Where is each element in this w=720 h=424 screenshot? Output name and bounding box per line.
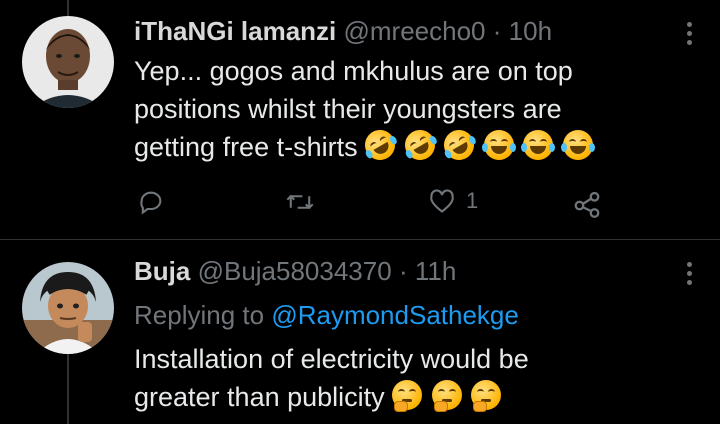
more-options-icon[interactable] bbox=[686, 262, 694, 289]
author-handle[interactable]: @Buja58034370 bbox=[198, 256, 392, 286]
tweet-1-line-3: getting free t-shirts bbox=[134, 124, 595, 166]
timestamp[interactable]: 11h bbox=[415, 256, 456, 286]
replying-to-line: Replying to @RaymondSathekge bbox=[134, 300, 519, 330]
tweet-divider bbox=[0, 239, 720, 240]
heart-icon bbox=[430, 189, 454, 213]
reply-button[interactable] bbox=[137, 188, 175, 216]
tweet-1-text: Yep... gogos and mkhulus are on top posi… bbox=[134, 52, 595, 166]
tweet-1-header: iThaNGi lamanzi @mreecho0 · 10h bbox=[134, 16, 552, 46]
thinking-emoji bbox=[471, 380, 502, 412]
tweet-2-header: Buja @Buja58034370 · 11h bbox=[134, 256, 456, 286]
author-name[interactable]: Buja bbox=[134, 256, 190, 286]
more-options-icon[interactable] bbox=[686, 22, 694, 49]
retweet-button[interactable] bbox=[285, 188, 325, 216]
avatar-ithangi-photo bbox=[22, 16, 114, 108]
share-button[interactable] bbox=[572, 188, 602, 218]
thinking-emoji bbox=[392, 380, 423, 412]
replying-to-prefix: Replying to bbox=[134, 300, 265, 330]
tweet-1-line-1: Yep... gogos and mkhulus are on top bbox=[134, 56, 573, 86]
separator-dot: · bbox=[492, 16, 502, 46]
tweet-1-line-2: positions whilst their youngsters are bbox=[134, 94, 562, 124]
reply-icon bbox=[140, 191, 162, 215]
tweet-2-line-1: Installation of electricity would be bbox=[134, 344, 529, 374]
rofl-emoji bbox=[438, 124, 480, 166]
author-name[interactable]: iThaNGi lamanzi bbox=[134, 16, 336, 46]
tweet-1-line-3-text: getting free t-shirts bbox=[134, 132, 358, 162]
joy-emoji bbox=[560, 130, 595, 160]
author-handle[interactable]: @mreecho0 bbox=[344, 16, 486, 46]
like-count: 1 bbox=[466, 188, 479, 213]
rofl-emoji bbox=[399, 124, 441, 166]
share-icon bbox=[574, 191, 600, 218]
joy-emoji bbox=[521, 130, 556, 160]
avatar-buja[interactable] bbox=[22, 262, 114, 354]
retweet-icon bbox=[286, 194, 314, 210]
avatar-ithangi[interactable] bbox=[22, 16, 114, 108]
thinking-emoji bbox=[431, 380, 462, 412]
rofl-emoji bbox=[359, 124, 401, 166]
replying-to-link[interactable]: @RaymondSathekge bbox=[271, 300, 519, 330]
timestamp[interactable]: 10h bbox=[509, 16, 552, 46]
avatar-buja-illustration bbox=[22, 262, 114, 354]
separator-dot: · bbox=[398, 256, 408, 286]
tweet-2-line-2-text: greater than publicity bbox=[134, 382, 385, 412]
tweet-2-text: Installation of electricity would be gre… bbox=[134, 340, 529, 416]
like-button[interactable]: 1 bbox=[428, 188, 478, 214]
joy-emoji bbox=[481, 130, 516, 160]
thread-line-bottom bbox=[67, 354, 69, 424]
tweet-2-line-2: greater than publicity bbox=[134, 378, 529, 416]
